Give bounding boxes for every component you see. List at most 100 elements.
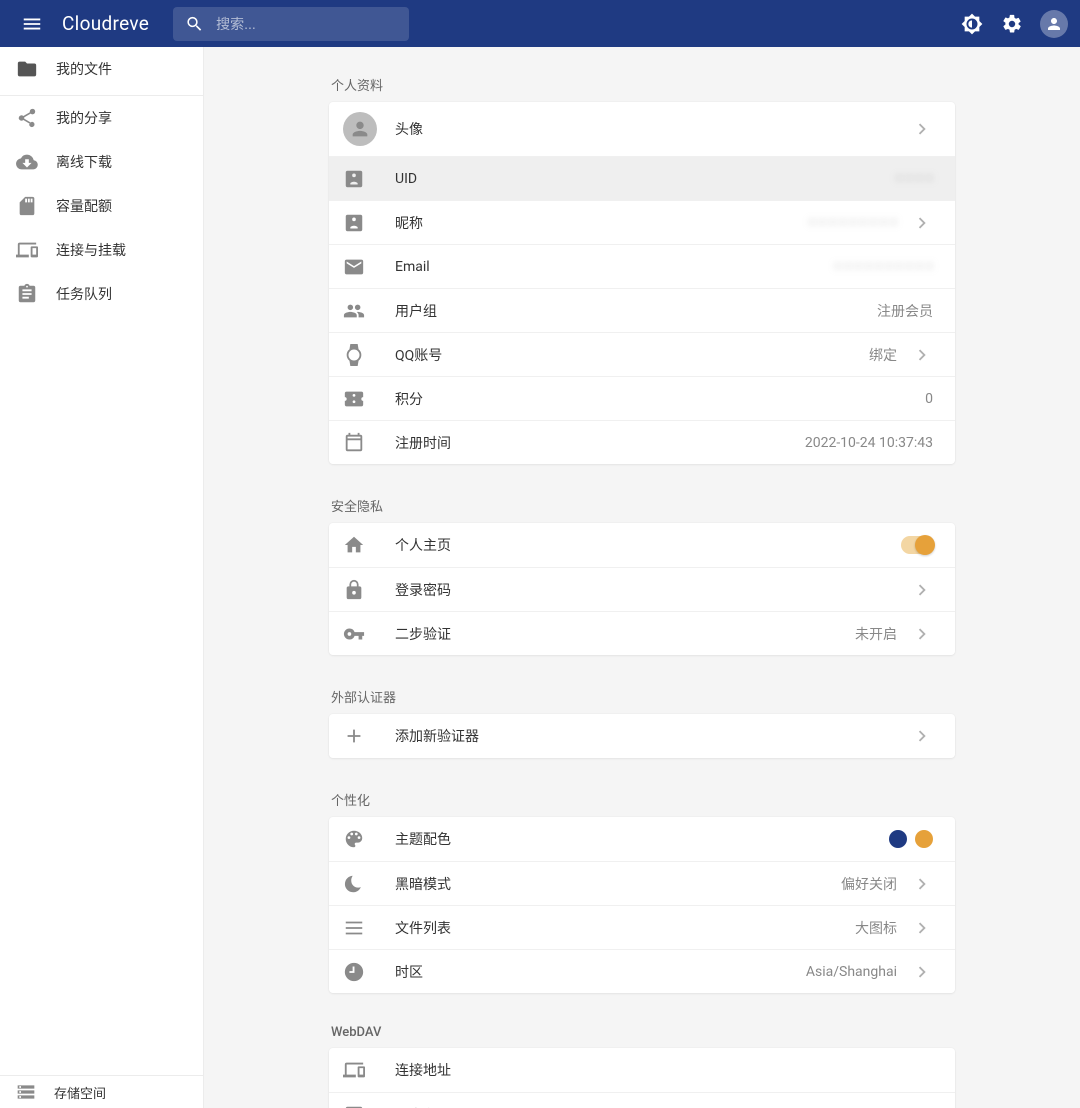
home-icon	[343, 534, 395, 556]
security-section: 安全隐私 个人主页 登录密码	[329, 486, 955, 655]
person-icon	[1045, 15, 1063, 33]
sidebar-item-connect[interactable]: 连接与挂载	[0, 228, 203, 272]
row-value: 大图标	[855, 918, 897, 938]
sidebar-item-quota[interactable]: 容量配额	[0, 184, 203, 228]
sidebar-item-label: 连接与挂载	[56, 240, 126, 260]
row-label: 连接地址	[395, 1060, 451, 1080]
row-uid: UID • • • •	[329, 156, 955, 200]
row-value: 偏好关闭	[841, 874, 897, 894]
app-header: Cloudreve	[0, 0, 1080, 47]
folder-icon	[16, 58, 38, 80]
badge-icon	[343, 212, 395, 234]
chevron-right-icon	[911, 118, 933, 140]
brightness-icon	[961, 13, 983, 35]
row-avatar[interactable]: 头像	[329, 102, 955, 156]
search-input[interactable]	[216, 16, 397, 32]
row-label: 二步验证	[395, 624, 451, 644]
sidebar-item-label: 容量配额	[56, 196, 112, 216]
ticket-icon	[343, 388, 395, 410]
group-icon	[343, 300, 395, 322]
sidebar-item-share[interactable]: 我的分享	[0, 96, 203, 140]
chevron-right-icon	[911, 873, 933, 895]
sidebar-storage[interactable]: 存储空间	[0, 1076, 203, 1108]
row-webdav-url[interactable]: 连接地址	[329, 1048, 955, 1092]
devices-icon	[16, 239, 38, 261]
row-label: 个人主页	[395, 535, 451, 555]
palette-icon	[343, 828, 395, 850]
avatar-placeholder-icon	[343, 112, 377, 146]
chevron-right-icon	[911, 623, 933, 645]
row-homepage[interactable]: 个人主页	[329, 523, 955, 567]
settings-button[interactable]	[992, 4, 1032, 44]
row-label: 时区	[395, 962, 423, 982]
row-value: • • • • • • • • •	[810, 215, 897, 231]
row-theme[interactable]: 主题配色	[329, 817, 955, 861]
row-value: 0	[925, 391, 933, 407]
row-password[interactable]: 登录密码	[329, 567, 955, 611]
row-label: 用户组	[395, 301, 437, 321]
chevron-right-icon	[911, 961, 933, 983]
brand-title: Cloudreve	[52, 12, 167, 35]
row-2fa[interactable]: 二步验证 未开启	[329, 611, 955, 655]
sidebar-item-label: 离线下载	[56, 152, 112, 172]
row-email: Email • • • • • • • • • •	[329, 244, 955, 288]
homepage-toggle[interactable]	[901, 536, 933, 554]
main-content: 个人资料 头像 UID • • • •	[204, 47, 1080, 1108]
sidebar-item-files[interactable]: 我的文件	[0, 47, 203, 91]
sidebar-item-offline[interactable]: 离线下载	[0, 140, 203, 184]
chevron-right-icon	[911, 344, 933, 366]
row-label: 黑暗模式	[395, 874, 451, 894]
personalize-section: 个性化 主题配色 黑暗模式 偏好关闭	[329, 780, 955, 993]
chevron-right-icon	[911, 579, 933, 601]
row-label: 注册时间	[395, 433, 451, 453]
row-add-auth[interactable]: 添加新验证器	[329, 714, 955, 758]
search-box[interactable]	[173, 7, 409, 41]
row-label: 文件列表	[395, 918, 451, 938]
row-value: 未开启	[855, 624, 897, 644]
user-avatar[interactable]	[1040, 10, 1068, 38]
row-label: 头像	[395, 119, 423, 139]
row-value: 2022-10-24 10:37:43	[805, 435, 933, 451]
row-label: 昵称	[395, 213, 423, 233]
sidebar-item-tasks[interactable]: 任务队列	[0, 272, 203, 316]
theme-color-dots	[889, 830, 933, 848]
row-label: Email	[395, 259, 430, 275]
hamburger-icon	[21, 13, 43, 35]
calendar-icon	[343, 432, 395, 454]
share-icon	[16, 107, 38, 129]
chevron-right-icon	[911, 212, 933, 234]
row-label: 用户名	[395, 1105, 437, 1108]
clock-icon	[343, 961, 395, 983]
row-value: • • • • • • • • • •	[836, 259, 934, 275]
section-title: WebDAV	[329, 1015, 955, 1048]
lock-icon	[343, 579, 395, 601]
row-label: 积分	[395, 389, 423, 409]
moon-icon	[343, 873, 395, 895]
row-regtime: 注册时间 2022-10-24 10:37:43	[329, 420, 955, 464]
row-value: Asia/Shanghai	[806, 964, 897, 980]
row-label: 登录密码	[395, 580, 451, 600]
auth-section: 外部认证器 添加新验证器	[329, 677, 955, 758]
cloud-download-icon	[16, 151, 38, 173]
sd-card-icon	[16, 195, 38, 217]
sidebar-item-label: 我的文件	[56, 59, 112, 79]
row-nickname[interactable]: 昵称 • • • • • • • • •	[329, 200, 955, 244]
row-qq[interactable]: QQ账号 绑定	[329, 332, 955, 376]
row-darkmode[interactable]: 黑暗模式 偏好关闭	[329, 861, 955, 905]
row-filelist[interactable]: 文件列表 大图标	[329, 905, 955, 949]
badge-icon	[343, 168, 395, 190]
plus-icon	[343, 725, 395, 747]
row-label: UID	[395, 171, 417, 187]
chevron-right-icon	[911, 725, 933, 747]
row-timezone[interactable]: 时区 Asia/Shanghai	[329, 949, 955, 993]
row-webdav-user[interactable]: 用户名	[329, 1092, 955, 1108]
gear-icon	[1001, 13, 1023, 35]
section-title: 个性化	[329, 780, 955, 817]
row-group: 用户组 注册会员	[329, 288, 955, 332]
key-icon	[343, 623, 395, 645]
storage-label: 存储空间	[54, 1083, 106, 1102]
section-title: 安全隐私	[329, 486, 955, 523]
menu-button[interactable]	[12, 4, 52, 44]
row-label: 主题配色	[395, 829, 451, 849]
theme-toggle-button[interactable]	[952, 4, 992, 44]
